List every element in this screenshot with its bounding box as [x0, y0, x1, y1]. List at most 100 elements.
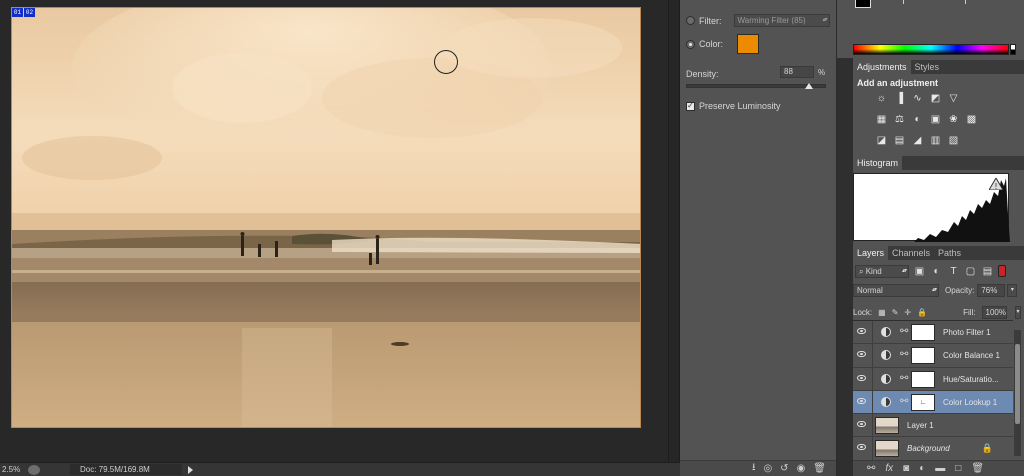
lock-transparency-icon[interactable]: ▦: [878, 308, 886, 317]
posterize-icon[interactable]: ▤: [893, 134, 906, 147]
view-previous-icon[interactable]: ◎: [763, 463, 772, 474]
eye-icon: [857, 351, 866, 358]
status-menu-arrow-icon[interactable]: [188, 465, 193, 474]
trash-icon[interactable]: 🗑: [813, 463, 826, 474]
brightness-contrast-icon[interactable]: ☼: [875, 92, 888, 105]
layer-row-layer-1[interactable]: Layer 1: [853, 414, 1013, 438]
layers-scrollbar[interactable]: [1014, 330, 1021, 456]
link-chain-icon[interactable]: ⚯: [900, 326, 908, 337]
kind-dropdown[interactable]: ⌕ Kind: [855, 264, 909, 278]
document-tab-marker: 01 02: [12, 8, 36, 18]
selective-color-icon[interactable]: ▧: [947, 134, 960, 147]
fx-icon[interactable]: fx: [885, 463, 893, 474]
panel-divider[interactable]: [668, 0, 680, 462]
tab-paths[interactable]: Paths: [934, 246, 965, 260]
smart-object-filter-icon[interactable]: ▤: [981, 266, 994, 277]
density-input[interactable]: 88: [780, 66, 814, 78]
black-white-icon[interactable]: ◐: [911, 113, 924, 126]
vibrance-icon[interactable]: ▽: [947, 92, 960, 105]
pixel-filter-icon[interactable]: ▣: [913, 266, 926, 277]
fill-arrow-icon[interactable]: ▾: [1014, 306, 1021, 319]
lock-position-icon[interactable]: ✛: [904, 308, 911, 317]
eye-icon: [857, 374, 866, 381]
canvas-area[interactable]: 01 02: [0, 0, 668, 462]
layer-mask-thumbnail[interactable]: [911, 370, 935, 388]
threshold-icon[interactable]: ◢: [911, 134, 924, 147]
color-radio[interactable]: [686, 39, 695, 49]
adjustment-icon[interactable]: ◐: [919, 463, 925, 474]
visibility-toggle[interactable]: [853, 437, 873, 460]
collapsed-panel-strip[interactable]: [837, 58, 853, 476]
tab-histogram[interactable]: Histogram: [853, 156, 903, 170]
layer-thumbnail: [875, 440, 899, 458]
blend-mode-dropdown[interactable]: Normal: [853, 284, 939, 297]
color-label: Color:: [699, 39, 724, 49]
share-icon[interactable]: [28, 464, 40, 475]
black-white-swatch[interactable]: [1010, 44, 1016, 55]
clip-icon[interactable]: ⭳: [752, 460, 756, 476]
tab-adjustments[interactable]: Adjustments: [853, 60, 911, 74]
filter-radio[interactable]: [686, 16, 695, 25]
opacity-label: Opacity:: [945, 286, 975, 295]
eye-icon: [857, 397, 866, 404]
fill-input[interactable]: 100%: [981, 306, 1007, 319]
opacity-input[interactable]: 76%: [977, 284, 1006, 297]
cache-warning-icon[interactable]: !: [989, 178, 1003, 190]
brush-cursor-icon: [434, 50, 458, 74]
zoom-level[interactable]: 2.5%: [0, 465, 28, 474]
visibility-toggle[interactable]: [853, 321, 873, 344]
lock-all-icon[interactable]: 🔒: [917, 308, 927, 317]
channel-mixer-icon[interactable]: ❀: [947, 113, 960, 126]
layer-row-background[interactable]: Background 🔒: [853, 437, 1013, 461]
visibility-toggle[interactable]: [853, 390, 873, 414]
visibility-icon[interactable]: ◉: [797, 463, 806, 474]
layer-mask-thumbnail[interactable]: ∟: [911, 393, 935, 411]
link-chain-icon[interactable]: ⚯: [900, 349, 908, 360]
density-slider-thumb[interactable]: [805, 83, 814, 89]
adjustment-layer-icon: [881, 350, 891, 361]
layer-row-color-lookup[interactable]: ⚯ ∟ Color Lookup 1: [853, 390, 1013, 415]
hue-saturation-icon[interactable]: ▦: [875, 113, 888, 126]
color-spectrum[interactable]: [853, 44, 1009, 55]
link-chain-icon[interactable]: ⚯: [900, 396, 908, 407]
color-balance-icon[interactable]: ⚖: [893, 113, 906, 126]
adjustment-layer-icon: [881, 373, 891, 384]
group-icon[interactable]: ▬: [935, 463, 945, 474]
photo-filter-icon[interactable]: ▣: [929, 113, 942, 126]
lock-image-icon[interactable]: ✎: [892, 308, 899, 317]
visibility-toggle[interactable]: [853, 367, 873, 390]
layer-row-photo-filter[interactable]: ⚯ Photo Filter 1: [853, 321, 1013, 345]
tab-channels[interactable]: Channels: [888, 246, 934, 260]
invert-icon[interactable]: ◪: [875, 134, 888, 147]
tab-styles[interactable]: Styles: [911, 60, 944, 74]
levels-icon[interactable]: ▐: [893, 92, 906, 105]
curves-icon[interactable]: ∿: [911, 92, 924, 105]
layer-mask-thumbnail[interactable]: [911, 324, 935, 341]
trash-icon[interactable]: 🗑: [971, 463, 984, 474]
opacity-arrow-icon[interactable]: ▾: [1007, 284, 1018, 297]
preserve-luminosity-checkbox[interactable]: [686, 101, 695, 111]
layer-row-color-balance[interactable]: ⚯ Color Balance 1: [853, 344, 1013, 368]
gradient-map-icon[interactable]: ▥: [929, 134, 942, 147]
color-lookup-icon[interactable]: ▩: [965, 113, 978, 126]
filter-dropdown[interactable]: Warming Filter (85): [733, 14, 830, 27]
adjustment-filter-icon[interactable]: ◐: [930, 266, 943, 277]
preserve-row: Preserve Luminosity: [686, 101, 781, 111]
foreground-color-swatch[interactable]: [855, 0, 871, 8]
type-filter-icon[interactable]: T: [947, 266, 960, 277]
visibility-toggle[interactable]: [853, 344, 873, 367]
reset-icon[interactable]: ↺: [780, 463, 788, 474]
layer-row-hue-saturation[interactable]: ⚯ Hue/Saturatio...: [853, 367, 1013, 391]
shape-filter-icon[interactable]: ▢: [964, 266, 977, 277]
link-icon[interactable]: ⚯: [867, 463, 875, 474]
filter-toggle-icon[interactable]: [998, 265, 1006, 277]
visibility-toggle[interactable]: [853, 414, 873, 437]
color-swatch[interactable]: [737, 34, 760, 54]
mask-icon[interactable]: ◙: [903, 463, 909, 474]
tab-layers[interactable]: Layers: [853, 246, 889, 260]
new-layer-icon[interactable]: □: [955, 463, 961, 474]
layer-mask-thumbnail[interactable]: [911, 347, 935, 365]
document-image[interactable]: 01 02: [11, 7, 641, 428]
exposure-icon[interactable]: ◩: [929, 92, 942, 105]
link-chain-icon[interactable]: ⚯: [900, 373, 908, 384]
